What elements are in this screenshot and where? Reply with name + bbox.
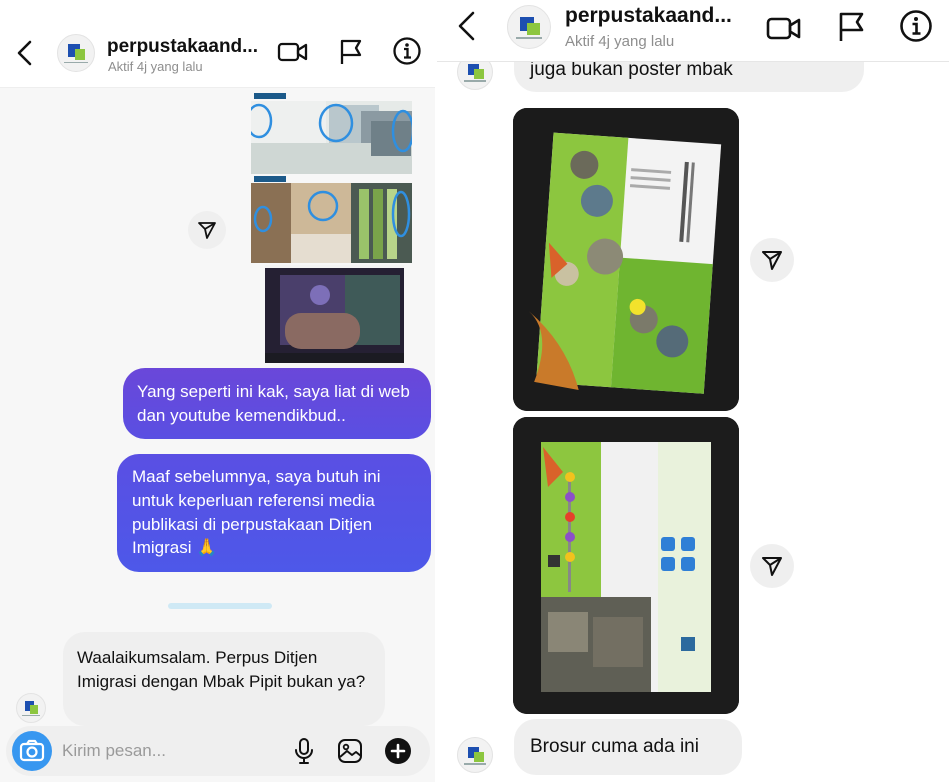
back-icon[interactable] bbox=[454, 10, 480, 41]
brochure-inside-photo[interactable] bbox=[513, 417, 739, 714]
contact-avatar[interactable] bbox=[507, 5, 551, 49]
camera-icon[interactable] bbox=[12, 731, 52, 771]
contact-name[interactable]: perpustakaand... bbox=[565, 4, 732, 28]
right-chat-panel: juga bukan poster mbak perpustakaand... … bbox=[436, 0, 949, 782]
message-input[interactable] bbox=[62, 738, 262, 764]
logo-mark-accent bbox=[473, 68, 484, 79]
logo-underline bbox=[464, 763, 486, 765]
message-composer bbox=[6, 726, 430, 776]
contact-name[interactable]: perpustakaand... bbox=[107, 36, 258, 58]
active-status: Aktif 4j yang lalu bbox=[565, 33, 675, 50]
shared-library-photo-1[interactable] bbox=[251, 91, 412, 174]
active-status: Aktif 4j yang lalu bbox=[108, 59, 203, 74]
screenshot-divider bbox=[435, 0, 437, 782]
share-icon[interactable] bbox=[188, 211, 226, 249]
outgoing-message-1[interactable]: Yang seperti ini kak, saya liat di web d… bbox=[123, 368, 431, 439]
share-icon[interactable] bbox=[750, 544, 794, 588]
logo-underline bbox=[22, 714, 40, 716]
logo-mark-accent bbox=[29, 705, 39, 714]
logo-underline bbox=[64, 61, 88, 64]
chat-header: perpustakaand... Aktif 4j yang lalu bbox=[436, 0, 949, 62]
outgoing-message-2[interactable]: Maaf sebelumnya, saya butuh ini untuk ke… bbox=[117, 454, 431, 572]
shared-library-photo-2[interactable] bbox=[251, 174, 412, 263]
incoming-message-1[interactable]: Waalaikumsalam. Perpus Ditjen Imigrasi d… bbox=[63, 632, 385, 726]
message-text: Waalaikumsalam. Perpus Ditjen Imigrasi d… bbox=[77, 648, 366, 691]
gallery-icon[interactable] bbox=[336, 737, 364, 770]
sender-avatar[interactable] bbox=[457, 737, 493, 773]
logo-underline bbox=[515, 37, 543, 39]
message-text: juga bukan poster mbak bbox=[530, 59, 733, 80]
contact-avatar[interactable] bbox=[57, 34, 95, 72]
plus-icon[interactable] bbox=[384, 737, 412, 770]
logo-mark-accent bbox=[473, 751, 484, 762]
flag-icon[interactable] bbox=[338, 38, 364, 71]
screenshot-root: perpustakaand... Aktif 4j yang lalu Yang… bbox=[0, 0, 949, 782]
logo-mark-accent bbox=[74, 49, 86, 61]
info-icon[interactable] bbox=[392, 36, 422, 71]
incoming-message-2[interactable]: Brosur cuma ada ini bbox=[514, 719, 742, 775]
shared-video-photo[interactable] bbox=[265, 265, 404, 363]
message-divider bbox=[168, 603, 272, 609]
left-chat-panel: perpustakaand... Aktif 4j yang lalu Yang… bbox=[0, 0, 436, 782]
message-text: Maaf sebelumnya, saya butuh ini untuk ke… bbox=[132, 467, 381, 558]
share-icon[interactable] bbox=[750, 238, 794, 282]
video-call-icon[interactable] bbox=[766, 12, 802, 49]
video-call-icon[interactable] bbox=[277, 38, 309, 71]
message-text: Yang seperti ini kak, saya liat di web d… bbox=[137, 382, 410, 425]
brochure-front-photo[interactable] bbox=[513, 108, 739, 411]
info-icon[interactable] bbox=[899, 9, 933, 48]
message-text: Brosur cuma ada ini bbox=[530, 736, 699, 757]
logo-mark-accent bbox=[527, 22, 540, 36]
chat-header: perpustakaand... Aktif 4j yang lalu bbox=[0, 0, 436, 88]
flag-icon[interactable] bbox=[836, 11, 866, 48]
back-icon[interactable] bbox=[12, 38, 38, 68]
logo-underline bbox=[464, 80, 486, 82]
microphone-icon[interactable] bbox=[292, 737, 316, 770]
sender-avatar[interactable] bbox=[16, 693, 46, 723]
